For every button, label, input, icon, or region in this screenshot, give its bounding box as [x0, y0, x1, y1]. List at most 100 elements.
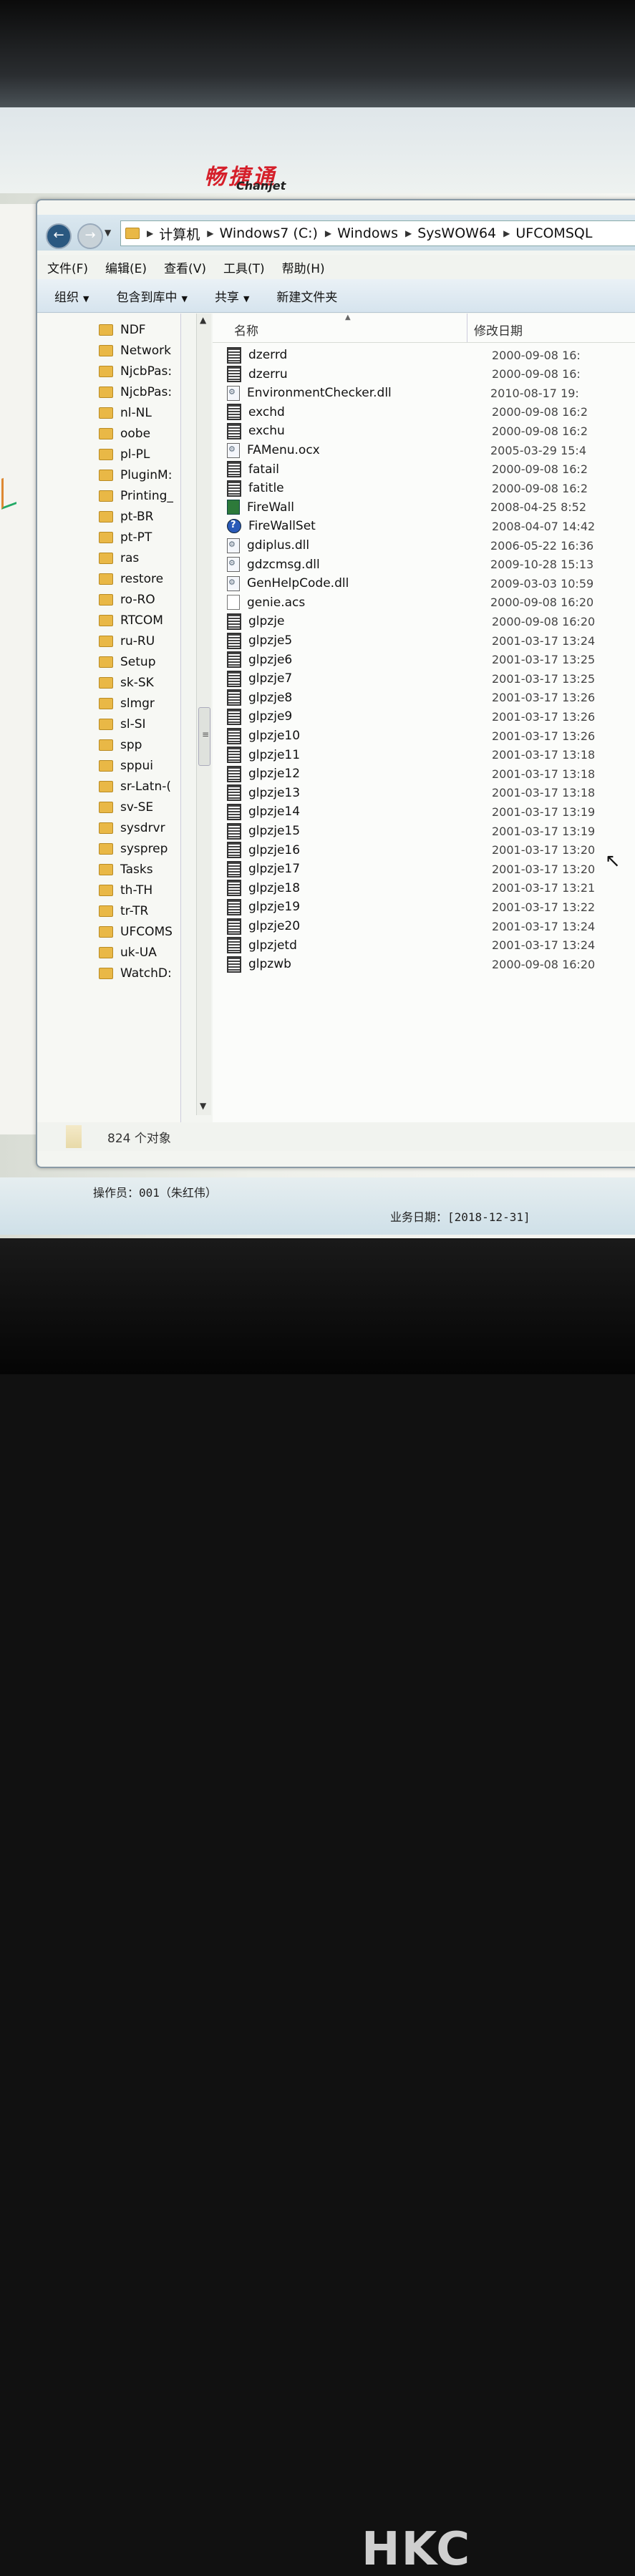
organize-button[interactable]: 组织 ▼	[54, 287, 89, 305]
file-row[interactable]: glpzje 2000-09-08 16:20	[227, 611, 635, 631]
file-row[interactable]: glpzje18 2001-03-17 13:21	[227, 878, 635, 898]
nav-item[interactable]: ro-RO	[99, 589, 155, 611]
file-row[interactable]: glpzje10 2001-03-17 13:26	[227, 726, 635, 746]
nav-item[interactable]: Network	[99, 340, 171, 361]
column-header-date[interactable]: 修改日期	[474, 321, 523, 339]
file-row[interactable]: gdiplus.dll 2006-05-22 16:36	[227, 535, 635, 555]
file-row[interactable]: exchu 2000-09-08 16:2	[227, 421, 635, 441]
nav-item[interactable]: UFCOMS	[99, 921, 173, 943]
file-dll-icon	[227, 538, 240, 553]
file-row[interactable]: glpzje9 2001-03-17 13:26	[227, 706, 635, 726]
file-doc-icon	[227, 784, 241, 802]
share-button[interactable]: 共享 ▼	[215, 287, 249, 305]
nav-item[interactable]: Tasks	[99, 859, 153, 880]
file-row[interactable]: gdzcmsg.dll 2009-10-28 15:13	[227, 555, 635, 575]
file-row[interactable]: GenHelpCode.dll 2009-03-03 10:59	[227, 573, 635, 593]
file-row[interactable]: glpzje6 2001-03-17 13:25	[227, 650, 635, 670]
file-dll-icon	[227, 575, 240, 591]
nav-item[interactable]: sk-SK	[99, 672, 154, 694]
recent-pages-dropdown[interactable]: ▼	[105, 228, 111, 238]
address-bar[interactable]: ▶ 计算机 ▶ Windows7 (C:) ▶ Windows ▶ SysWOW…	[120, 220, 635, 246]
breadcrumb-drive[interactable]: Windows7 (C:)	[219, 225, 317, 241]
menu-edit[interactable]: 编辑(E)	[105, 258, 147, 276]
file-row[interactable]: glpzje17 2001-03-17 13:20	[227, 859, 635, 879]
scrollbar-thumb[interactable]: ≡	[198, 707, 210, 766]
nav-item[interactable]: tr-TR	[99, 900, 148, 922]
nav-item[interactable]: spp	[99, 734, 142, 756]
file-row[interactable]: glpzje14 2001-03-17 13:19	[227, 802, 635, 822]
nav-item[interactable]: th-TH	[99, 880, 152, 901]
breadcrumb-computer[interactable]: 计算机	[159, 224, 200, 243]
file-row[interactable]: fatail 2000-09-08 16:2	[227, 460, 635, 480]
folder-icon	[99, 532, 113, 543]
nav-item[interactable]: sr-Latn-(	[99, 776, 171, 797]
file-doc-icon	[227, 480, 241, 497]
nav-item[interactable]: uk-UA	[99, 942, 157, 963]
scroll-up-icon[interactable]: ▲	[200, 315, 206, 325]
nav-item[interactable]: sl-SI	[99, 714, 146, 735]
nav-item[interactable]: pt-BR	[99, 506, 153, 528]
file-row[interactable]: fatitle 2000-09-08 16:2	[227, 478, 635, 498]
forward-button[interactable]: →	[77, 223, 103, 249]
nav-item-label: Network	[120, 344, 171, 358]
file-row[interactable]: EnvironmentChecker.dll 2010-08-17 19:	[227, 383, 635, 403]
file-row[interactable]: glpzje16 2001-03-17 13:20	[227, 840, 635, 860]
address-row: ← → ▼ ▶ 计算机 ▶ Windows7 (C:) ▶ Windows ▶ …	[37, 215, 635, 251]
nav-item[interactable]: sysprep	[99, 838, 168, 860]
nav-item[interactable]: restore	[99, 568, 163, 590]
file-row[interactable]: glpzwb 2000-09-08 16:20	[227, 954, 635, 974]
breadcrumb-ufcomsql[interactable]: UFCOMSQL	[515, 225, 592, 241]
file-row[interactable]: glpzje20 2001-03-17 13:24	[227, 916, 635, 936]
nav-item[interactable]: oobe	[99, 423, 150, 444]
nav-item[interactable]: Setup	[99, 651, 155, 673]
file-row[interactable]: FireWall 2008-04-25 8:52	[227, 497, 635, 517]
nav-item[interactable]: sysdrvr	[99, 817, 165, 839]
include-library-button[interactable]: 包含到库中 ▼	[116, 287, 187, 305]
nav-item[interactable]: ru-RU	[99, 631, 155, 652]
nav-item[interactable]: sv-SE	[99, 797, 153, 818]
nav-item[interactable]: pl-PL	[99, 444, 150, 465]
nav-item[interactable]: ras	[99, 548, 139, 569]
menu-tools[interactable]: 工具(T)	[223, 258, 265, 276]
nav-item[interactable]: NjcbPas:	[99, 361, 172, 382]
column-header-name[interactable]: 名称	[234, 321, 258, 339]
nav-item[interactable]: WatchD:	[99, 963, 172, 984]
new-folder-button[interactable]: 新建文件夹	[276, 287, 337, 305]
file-row[interactable]: glpzje15 2001-03-17 13:19	[227, 821, 635, 841]
breadcrumb-windows[interactable]: Windows	[337, 225, 398, 241]
menu-bar: 文件(F) 编辑(E) 查看(V) 工具(T) 帮助(H)	[37, 255, 635, 279]
chevron-right-icon: ▶	[404, 228, 412, 238]
back-button[interactable]: ←	[46, 223, 72, 249]
file-row[interactable]: glpzje19 2001-03-17 13:22	[227, 897, 635, 917]
file-row[interactable]: glpzje5 2001-03-17 13:24	[227, 631, 635, 651]
nav-item[interactable]: sppui	[99, 755, 153, 777]
folder-icon	[99, 573, 113, 585]
file-row[interactable]: dzerrd 2000-09-08 16:	[227, 345, 635, 365]
nav-item[interactable]: nl-NL	[99, 402, 152, 424]
file-row[interactable]: glpzje8 2001-03-17 13:26	[227, 688, 635, 708]
file-row[interactable]: FireWallSet 2008-04-07 14:42	[227, 516, 635, 536]
file-row[interactable]: glpzje7 2001-03-17 13:25	[227, 669, 635, 689]
file-row[interactable]: genie.acs 2000-09-08 16:20	[227, 593, 635, 613]
scroll-down-icon[interactable]: ▼	[200, 1101, 206, 1111]
nav-item[interactable]: Printing_	[99, 485, 173, 507]
file-row[interactable]: glpzje13 2001-03-17 13:18	[227, 783, 635, 803]
menu-file[interactable]: 文件(F)	[47, 258, 88, 276]
file-row[interactable]: glpzje11 2001-03-17 13:18	[227, 745, 635, 765]
nav-item[interactable]: NDF	[99, 319, 146, 341]
file-row[interactable]: glpzje12 2001-03-17 13:18	[227, 764, 635, 784]
breadcrumb-syswow64[interactable]: SysWOW64	[417, 225, 496, 241]
item-count: 824 个对象	[107, 1132, 171, 1146]
file-row[interactable]: FAMenu.ocx 2005-03-29 15:4	[227, 440, 635, 460]
file-row[interactable]: glpzjetd 2001-03-17 13:24	[227, 935, 635, 956]
nav-item[interactable]: RTCOM	[99, 610, 163, 631]
nav-item[interactable]: pt-PT	[99, 527, 152, 548]
file-row[interactable]: dzerru 2000-09-08 16:	[227, 364, 635, 384]
menu-view[interactable]: 查看(V)	[164, 258, 206, 276]
menu-help[interactable]: 帮助(H)	[282, 258, 325, 276]
nav-item[interactable]: NjcbPas:	[99, 381, 172, 403]
nav-item[interactable]: PluginM:	[99, 465, 172, 486]
nav-item[interactable]: slmgr	[99, 693, 155, 714]
file-row[interactable]: exchd 2000-09-08 16:2	[227, 402, 635, 422]
navigation-scrollbar[interactable]: ▲ ≡ ▼	[196, 314, 211, 1115]
